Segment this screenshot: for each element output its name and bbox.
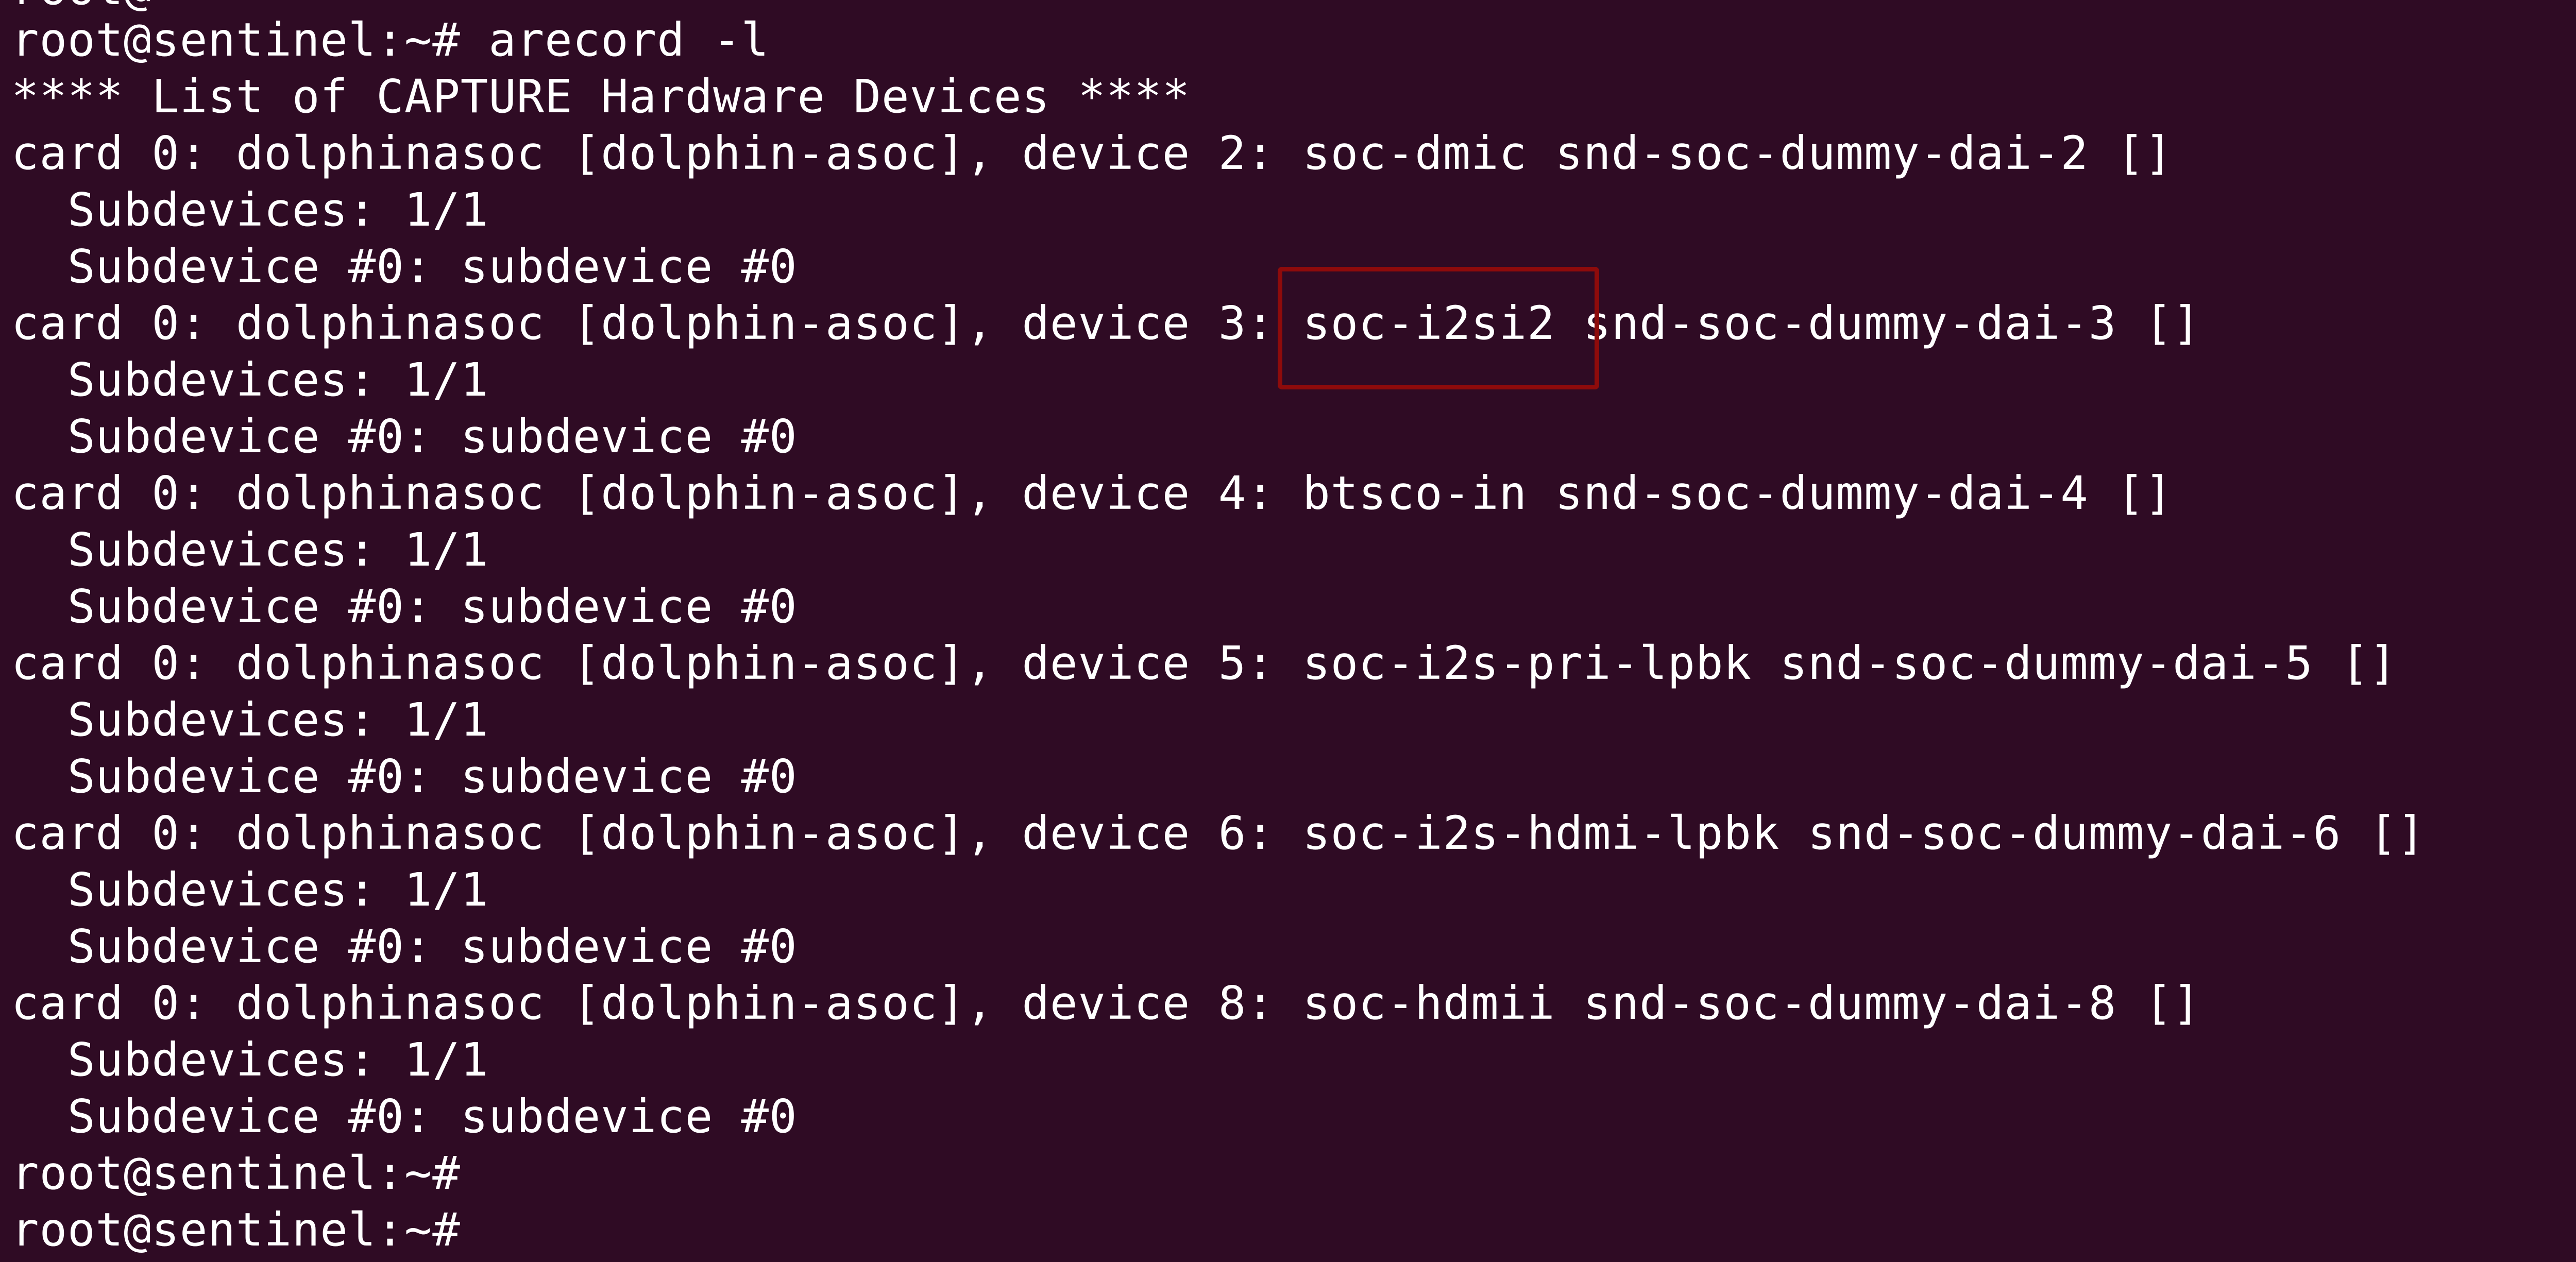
terminal-window[interactable]: root@ root@sentinel:~# arecord -l **** L… (0, 0, 2576, 1262)
terminal-line-prompt: root@sentinel:~# (11, 1146, 461, 1200)
terminal-line-device-4: card 0: dolphinasoc [dolphin-asoc], devi… (11, 466, 2173, 520)
terminal-line-subdevices: Subdevices: 1/1 (11, 353, 489, 406)
terminal-line-device-8: card 0: dolphinasoc [dolphin-asoc], devi… (11, 976, 2201, 1030)
terminal-line-prompt-active[interactable]: root@sentinel:~# (11, 1201, 461, 1258)
terminal-line-subdevices: Subdevices: 1/1 (11, 183, 489, 236)
terminal-line-header: **** List of CAPTURE Hardware Devices **… (11, 70, 1191, 123)
terminal-line-subdevice: Subdevice #0: subdevice #0 (11, 410, 798, 463)
terminal-line-subdevice: Subdevice #0: subdevice #0 (11, 1089, 798, 1143)
terminal-line-subdevice: Subdevice #0: subdevice #0 (11, 579, 798, 633)
terminal-line-subdevices: Subdevices: 1/1 (11, 693, 489, 746)
terminal-line-device-6: card 0: dolphinasoc [dolphin-asoc], devi… (11, 806, 2426, 860)
terminal-line-device-5: card 0: dolphinasoc [dolphin-asoc], devi… (11, 636, 2398, 690)
terminal-line-subdevice: Subdevice #0: subdevice #0 (11, 919, 798, 973)
terminal-line-subdevices: Subdevices: 1/1 (11, 1033, 489, 1086)
highlight-annotation-box (1278, 267, 1599, 389)
terminal-line-subdevices: Subdevices: 1/1 (11, 523, 489, 576)
terminal-line-subdevice: Subdevice #0: subdevice #0 (11, 749, 798, 803)
terminal-line-prompt-command: root@sentinel:~# arecord -l (11, 13, 770, 66)
terminal-line-subdevices: Subdevices: 1/1 (11, 863, 489, 916)
terminal-line-device-2: card 0: dolphinasoc [dolphin-asoc], devi… (11, 126, 2173, 180)
terminal-line-device-3: card 0: dolphinasoc [dolphin-asoc], devi… (11, 296, 2201, 350)
terminal-line-subdevice: Subdevice #0: subdevice #0 (11, 240, 798, 293)
